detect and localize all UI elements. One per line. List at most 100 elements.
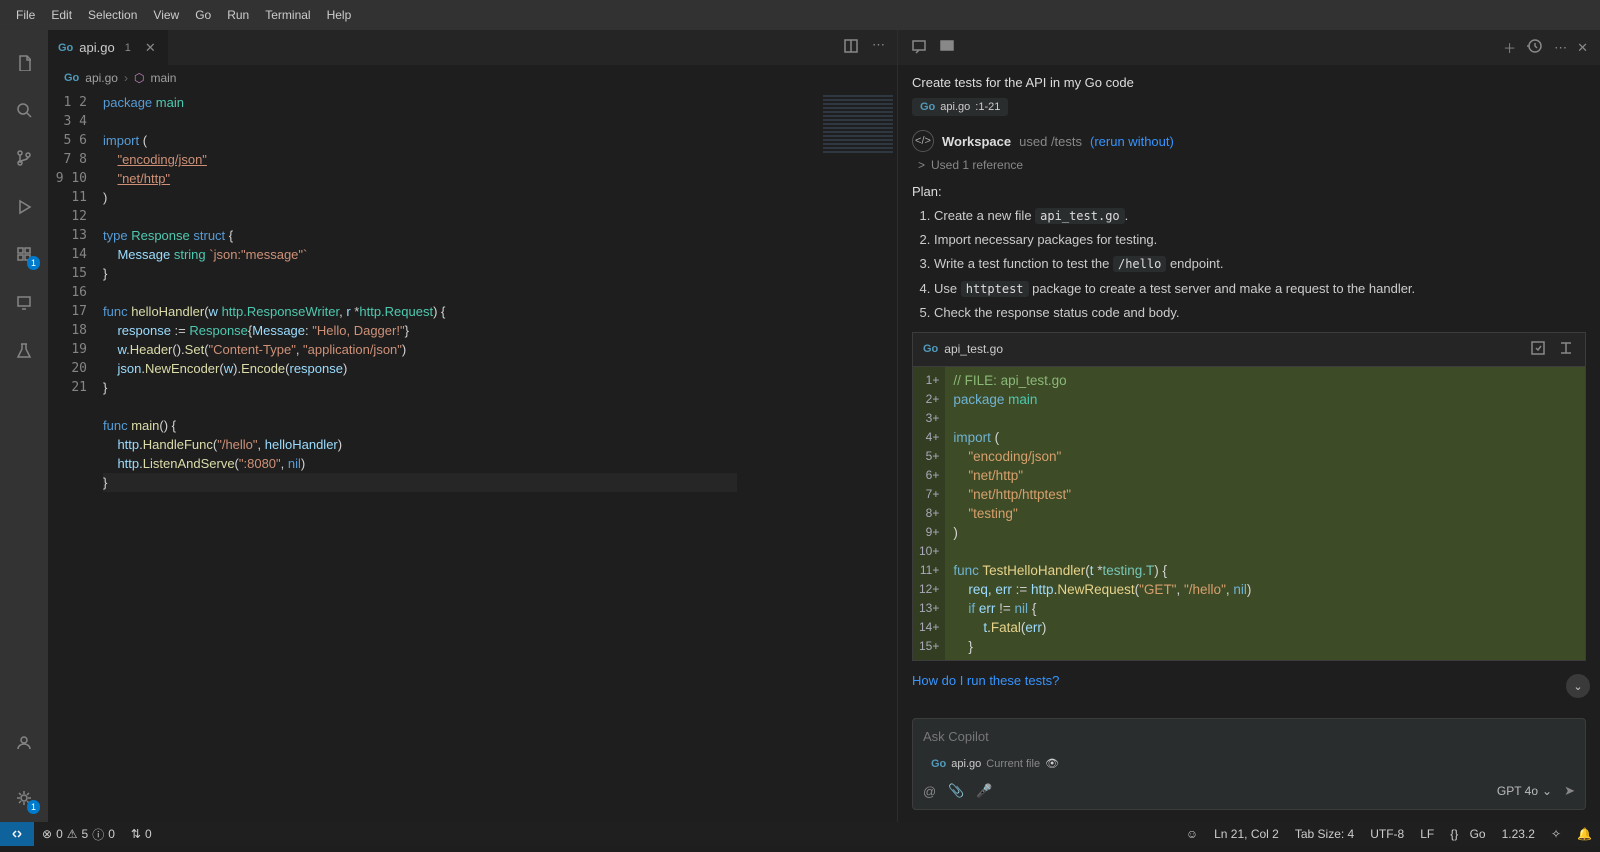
error-icon: ⊗ xyxy=(42,827,52,841)
breadcrumb[interactable]: Go api.go › ⬡ main xyxy=(48,65,897,91)
activity-run-debug[interactable] xyxy=(0,182,48,230)
copilot-status-icon[interactable]: ✧ xyxy=(1543,822,1569,846)
warning-icon: ⚠ xyxy=(67,827,78,841)
attach-icon[interactable]: 📎 xyxy=(948,783,964,799)
more-actions-icon[interactable]: ⋯ xyxy=(872,37,885,58)
activity-settings[interactable]: 1 xyxy=(0,774,48,822)
chat-outline-icon[interactable] xyxy=(910,37,928,58)
activity-source-control[interactable] xyxy=(0,134,48,182)
chat-filled-icon[interactable] xyxy=(938,37,956,58)
ports-status[interactable]: ⇅0 xyxy=(123,822,160,846)
history-icon[interactable] xyxy=(1526,37,1544,58)
workspace-line: </> Workspace used /tests (rerun without… xyxy=(912,130,1586,152)
codeblock-code[interactable]: // FILE: api_test.gopackage main import … xyxy=(945,367,1585,660)
model-picker[interactable]: GPT 4o ⌄ xyxy=(1497,784,1552,798)
chevron-down-icon: ⌄ xyxy=(1542,784,1552,798)
codeblock: 1+ 2+ 3+ 4+ 5+ 6+ 7+ 8+ 9+ 10+ 11+ 12+ 1… xyxy=(912,366,1586,661)
plan-header: Plan: xyxy=(912,184,1586,199)
statusbar: ⊗0 ⚠5 ⓘ0 ⇅0 ☺ Ln 21, Col 2 Tab Size: 4 U… xyxy=(0,822,1600,846)
tab-close-icon[interactable]: ✕ xyxy=(143,40,158,56)
menu-edit[interactable]: Edit xyxy=(43,4,80,26)
go-file-icon: Go xyxy=(920,101,935,113)
encoding[interactable]: UTF-8 xyxy=(1362,822,1412,846)
editor-body[interactable]: 1 2 3 4 5 6 7 8 9 10 11 12 13 14 15 16 1… xyxy=(48,91,897,822)
info-icon: ⓘ xyxy=(92,826,104,843)
code-content[interactable]: package main import ( "encoding/json" "n… xyxy=(103,91,817,822)
line-gutter: 1 2 3 4 5 6 7 8 9 10 11 12 13 14 15 16 1… xyxy=(48,91,103,822)
codeblock-header: Go api_test.go xyxy=(912,332,1586,366)
chevron-right-icon: > xyxy=(918,158,925,172)
eye-icon: 👁 xyxy=(1045,757,1059,770)
feedback-icon[interactable]: ☺ xyxy=(1178,822,1206,846)
copilot-input[interactable]: Ask Copilot Go api.go Current file 👁 @ 📎… xyxy=(912,718,1586,810)
remote-explorer-icon xyxy=(15,293,33,311)
language-mode[interactable]: {} Go xyxy=(1442,822,1493,846)
menu-selection[interactable]: Selection xyxy=(80,4,145,26)
minimap-thumb xyxy=(823,95,893,155)
notifications-icon[interactable]: 🔔 xyxy=(1569,822,1600,846)
references-toggle[interactable]: > Used 1 reference xyxy=(918,158,1586,172)
split-editor-icon[interactable] xyxy=(842,37,860,58)
cursor-position[interactable]: Ln 21, Col 2 xyxy=(1206,822,1287,846)
tab-label: api.go xyxy=(79,40,114,55)
minimap[interactable] xyxy=(817,91,897,822)
breadcrumb-symbol: main xyxy=(150,71,176,85)
branch-icon xyxy=(15,149,33,167)
activity-search[interactable] xyxy=(0,86,48,134)
send-icon[interactable]: ➤ xyxy=(1564,783,1575,799)
copilot-input-placeholder: Ask Copilot xyxy=(923,729,1575,744)
context-chip[interactable]: Go api.go:1-21 xyxy=(912,98,1008,116)
menubar: File Edit Selection View Go Run Terminal… xyxy=(0,0,1600,30)
menu-go[interactable]: Go xyxy=(187,4,219,26)
menu-run[interactable]: Run xyxy=(219,4,257,26)
plan-item: Create a new file api_test.go. xyxy=(934,207,1586,225)
rerun-link[interactable]: (rerun without) xyxy=(1090,134,1174,149)
followup-suggestion[interactable]: How do I run these tests? xyxy=(912,673,1586,688)
go-file-icon: Go xyxy=(64,72,79,84)
go-file-icon: Go xyxy=(923,343,938,355)
codeblock-filename: api_test.go xyxy=(944,342,1003,356)
menu-terminal[interactable]: Terminal xyxy=(257,4,318,26)
tab-size[interactable]: Tab Size: 4 xyxy=(1287,822,1362,846)
more-icon[interactable]: ⋯ xyxy=(1554,40,1567,56)
menu-file[interactable]: File xyxy=(8,4,43,26)
insert-at-cursor-icon[interactable] xyxy=(1557,339,1575,360)
plan-item: Check the response status code and body. xyxy=(934,304,1586,322)
copilot-body: Create tests for the API in my Go code G… xyxy=(898,65,1600,708)
eol[interactable]: LF xyxy=(1412,822,1442,846)
tab-bar: Go api.go 1 ✕ ⋯ xyxy=(48,30,897,65)
user-prompt: Create tests for the API in my Go code xyxy=(912,75,1586,90)
menu-view[interactable]: View xyxy=(145,4,187,26)
tab-api-go[interactable]: Go api.go 1 ✕ xyxy=(48,30,169,65)
beaker-icon xyxy=(15,341,33,359)
search-icon xyxy=(15,101,33,119)
go-file-icon: Go xyxy=(58,42,73,54)
workspace-note: used /tests xyxy=(1019,134,1082,149)
codeblock-gutter: 1+ 2+ 3+ 4+ 5+ 6+ 7+ 8+ 9+ 10+ 11+ 12+ 1… xyxy=(913,367,945,660)
copilot-header: ＋ ⋯ ✕ xyxy=(898,30,1600,65)
references-text: Used 1 reference xyxy=(931,158,1023,172)
mic-icon[interactable]: 🎤 xyxy=(976,783,992,799)
go-file-icon: Go xyxy=(931,758,946,770)
scroll-down-icon[interactable]: ⌄ xyxy=(1566,674,1590,698)
activity-explorer[interactable] xyxy=(0,38,48,86)
close-icon[interactable]: ✕ xyxy=(1577,40,1588,56)
copilot-panel: ＋ ⋯ ✕ Create tests for the API in my Go … xyxy=(897,30,1600,822)
activity-accounts[interactable] xyxy=(0,718,48,766)
menu-help[interactable]: Help xyxy=(319,4,360,26)
activity-testing[interactable] xyxy=(0,326,48,374)
workspace-label: Workspace xyxy=(942,134,1011,149)
ports-icon: ⇅ xyxy=(131,827,141,841)
activity-remote[interactable] xyxy=(0,278,48,326)
tab-dirty-indicator: 1 xyxy=(125,42,131,54)
activity-extensions[interactable]: 1 xyxy=(0,230,48,278)
remote-indicator[interactable] xyxy=(0,822,34,846)
play-bug-icon xyxy=(15,197,33,215)
problems-status[interactable]: ⊗0 ⚠5 ⓘ0 xyxy=(34,822,123,846)
mention-icon[interactable]: @ xyxy=(923,784,936,799)
new-chat-icon[interactable]: ＋ xyxy=(1503,38,1516,57)
go-version[interactable]: 1.23.2 xyxy=(1494,822,1543,846)
input-context-chip[interactable]: Go api.go Current file 👁 xyxy=(923,754,1067,773)
apply-in-editor-icon[interactable] xyxy=(1529,339,1547,360)
account-icon xyxy=(15,733,33,751)
